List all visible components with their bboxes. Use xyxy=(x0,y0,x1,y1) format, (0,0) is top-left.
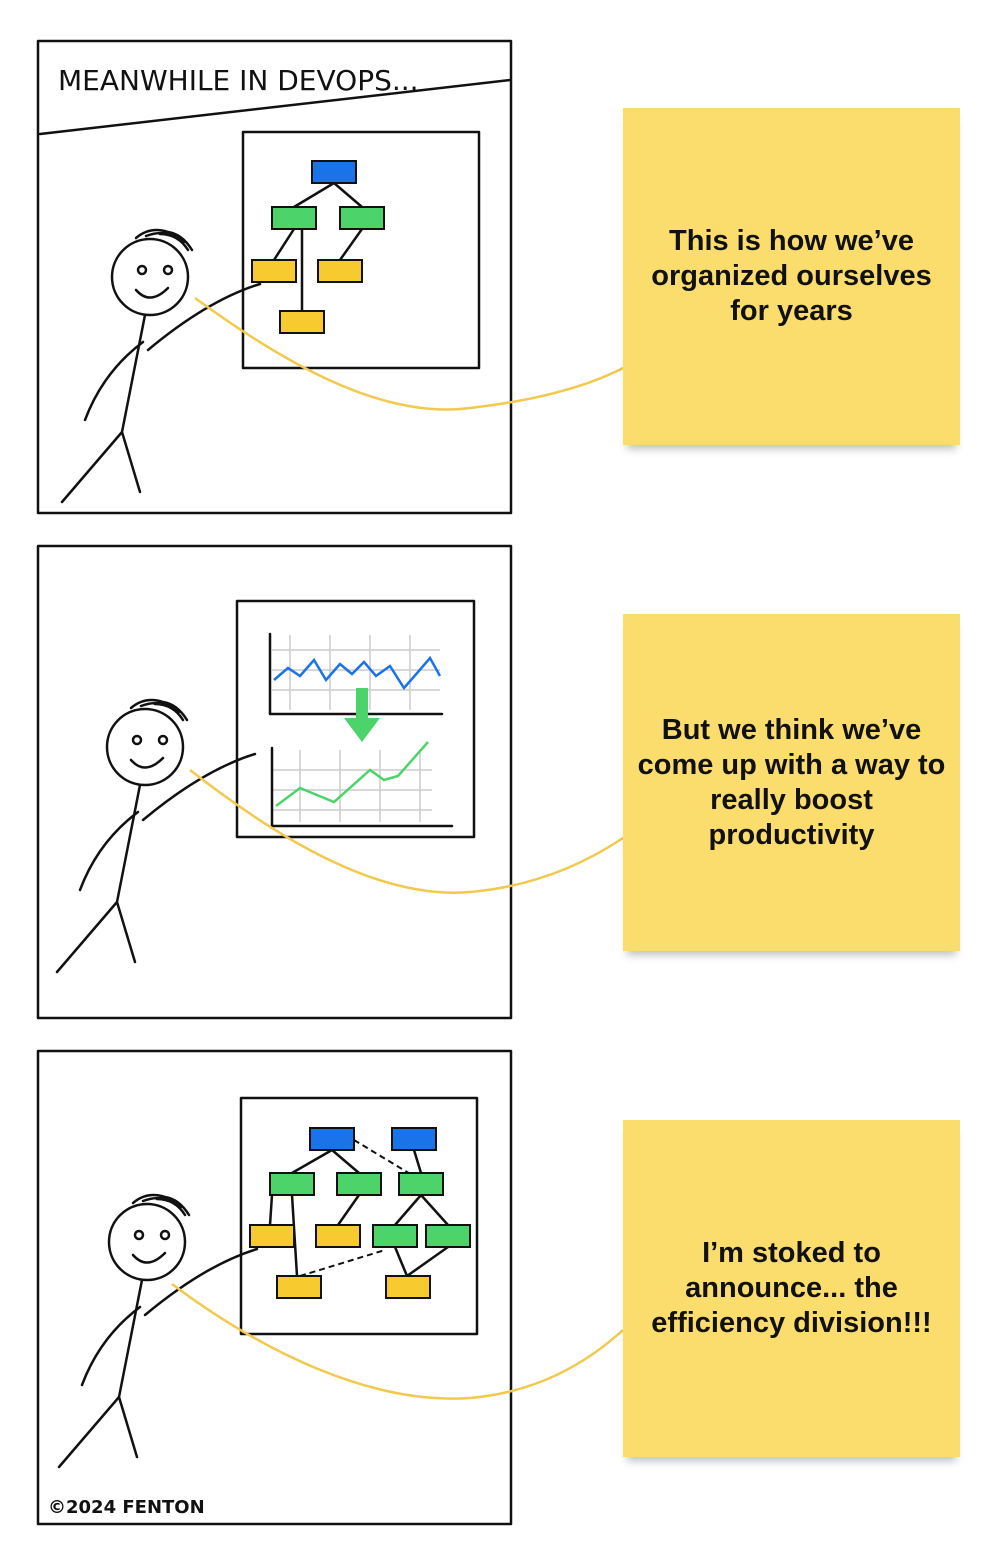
org-chart-board xyxy=(241,130,481,370)
comic-title: MEANWHILE IN DEVOPS... xyxy=(58,64,419,97)
stick-figure xyxy=(55,698,257,974)
caption-1: This is how we’ve organized ourselves fo… xyxy=(651,225,932,327)
copyright: ©2024 FENTON xyxy=(48,1497,205,1518)
panel-3: ©2024 FENTON xyxy=(36,1049,624,1526)
sticky-note-3: I’m stoked to announce... the efficiency… xyxy=(623,1120,960,1457)
speech-connector xyxy=(194,296,624,411)
sticky-note-2: But we think we’ve come up with a way to… xyxy=(623,614,960,951)
panel-2 xyxy=(36,544,624,1020)
productivity-charts-board xyxy=(235,599,476,839)
sticky-note-1: This is how we’ve organized ourselves fo… xyxy=(623,108,960,445)
panel-1: MEANWHILE IN DEVOPS... xyxy=(36,39,624,515)
caption-2: But we think we’ve come up with a way to… xyxy=(637,713,946,851)
speech-connector xyxy=(189,769,624,894)
stick-figure xyxy=(57,1193,259,1469)
expanded-org-chart-board xyxy=(239,1096,479,1336)
caption-3: I’m stoked to announce... the efficiency… xyxy=(651,1237,932,1339)
stick-figure xyxy=(60,228,262,504)
speech-connector xyxy=(171,1282,624,1400)
